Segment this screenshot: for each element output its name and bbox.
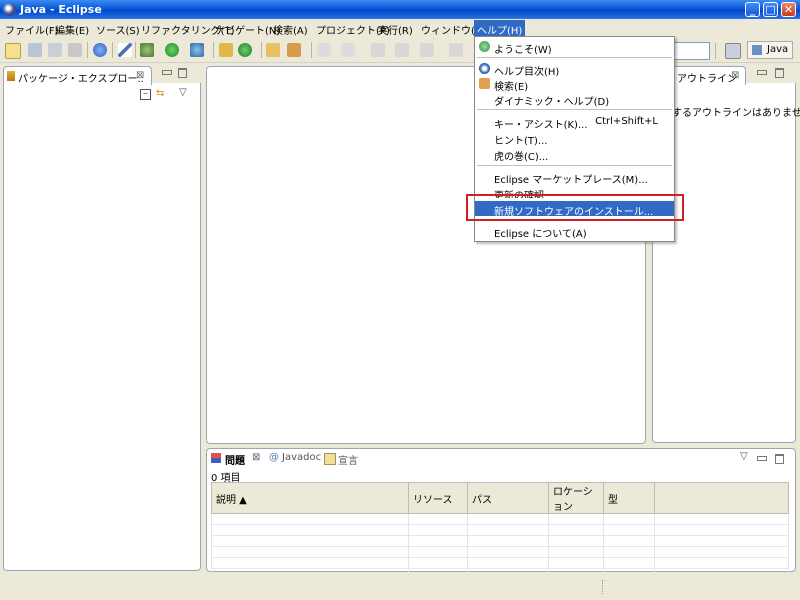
table-row [211,546,789,558]
close-icon[interactable]: ⊠ [731,70,739,81]
open-perspective-icon[interactable] [725,43,741,59]
package-explorer-icon [7,71,15,81]
external-tools-icon[interactable] [190,43,204,57]
javadoc-icon: @ [269,452,279,463]
status-separator [602,580,604,594]
toolbar-separator [87,42,88,58]
toolbar-separator [261,42,262,58]
link-with-editor-icon[interactable]: ⇆ [156,88,164,99]
minimize-button[interactable]: _ [745,2,760,17]
help-contents-icon [479,63,490,74]
menu-item-welcome[interactable]: ようこそ(W) [475,39,674,56]
outline-message: するアウトラインはありません。 [672,108,800,119]
problems-table: 説明 ▲ リソース パス ロケーション 型 [211,482,789,580]
menu-edit[interactable]: 編集(E) [55,22,89,37]
menu-item-tips[interactable]: ヒント(T)... [475,130,674,147]
column-path[interactable]: パス [467,482,549,514]
table-row [211,557,789,569]
tab-declaration[interactable]: 宣言 [338,452,358,467]
navigate-icon[interactable] [420,43,434,57]
key-assist-shortcut: Ctrl+Shift+L [595,116,658,127]
eclipse-icon [3,3,16,16]
menu-search[interactable]: 検索(A) [273,22,308,37]
maximize-button[interactable]: □ [763,2,778,17]
table-row [211,568,789,580]
menu-item-search[interactable]: 検索(E) [475,76,674,93]
package-explorer-panel [3,83,201,571]
menu-file[interactable]: ファイル(F) [5,22,59,37]
run-icon[interactable] [165,43,179,57]
last-edit-icon[interactable] [449,43,463,57]
maximize-view-icon[interactable] [178,68,187,78]
minimize-view-icon[interactable] [757,70,767,75]
toolbar-separator [112,42,113,58]
menu-item-marketplace[interactable]: Eclipse マーケットプレース(M)... [475,169,674,186]
column-filler [654,482,789,514]
search-toolbar-icon[interactable] [287,43,301,57]
toolbar-separator [715,43,716,59]
table-row [211,513,789,525]
menu-run[interactable]: 実行(R) [378,22,413,37]
tab-javadoc[interactable]: Javadoc [282,452,321,463]
menu-item-cheat-sheets[interactable]: 虎の巻(C)... [475,146,674,163]
save-all-icon[interactable] [48,43,62,57]
minimize-view-icon[interactable] [757,456,767,461]
save-icon[interactable] [28,43,42,57]
toolbar-separator [213,42,214,58]
print-icon[interactable] [68,43,82,57]
toolbar-separator [135,42,136,58]
previous-annotation-icon[interactable] [341,43,355,57]
debug-server-icon[interactable] [93,43,107,57]
menu-source[interactable]: ソース(S) [96,22,140,37]
java-perspective-button[interactable]: Java [747,41,793,59]
debug-icon[interactable] [140,43,154,57]
menu-item-about-eclipse[interactable]: Eclipse について(A) [475,223,674,240]
collapse-all-icon[interactable]: – [140,89,151,100]
tab-problems[interactable]: 問題 [225,452,245,467]
view-menu-icon[interactable]: ▽ [740,451,748,462]
declaration-icon [324,453,336,465]
status-bar [0,580,800,600]
search-help-icon [479,78,490,89]
menu-item-key-assist[interactable]: キー・アシスト(K)... Ctrl+Shift+L [475,114,674,131]
maximize-view-icon[interactable] [775,68,784,78]
tab-package-explorer[interactable]: パッケージ・エクスプロー.. ⊠ [3,66,152,85]
table-row [211,524,789,536]
skip-breakpoints-icon[interactable] [118,43,132,57]
menu-item-dynamic-help[interactable]: ダイナミック・ヘルプ(D) [475,91,674,108]
tab-outline[interactable]: アウトライン ⊠ [672,66,746,85]
table-row [211,535,789,547]
highlight-annotation-box [466,194,684,221]
menubar: ファイル(F) 編集(E) ソース(S) リファクタリング(T) ナビゲート(N… [0,19,800,40]
java-perspective-icon [752,45,762,55]
close-icon[interactable]: ⊠ [252,452,260,463]
new-class-icon[interactable] [238,43,252,57]
window-title: Java - Eclipse [20,3,102,16]
column-description[interactable]: 説明 ▲ [211,482,409,514]
new-icon[interactable] [5,43,21,59]
back-icon[interactable] [371,43,385,57]
window-titlebar[interactable]: Java - Eclipse _ □ ✕ [0,0,800,19]
close-icon[interactable]: ⊠ [136,70,144,81]
minimize-view-icon[interactable] [162,70,172,75]
column-location[interactable]: ロケーション [548,482,604,514]
java-perspective-label: Java [767,44,789,55]
quick-access-input[interactable] [672,42,710,60]
open-type-icon[interactable] [266,43,280,57]
welcome-icon [479,41,490,52]
forward-icon[interactable] [395,43,409,57]
toolbar-separator [311,42,312,58]
column-resource[interactable]: リソース [408,482,468,514]
view-menu-icon[interactable]: ▽ [179,87,187,98]
problems-icon [211,453,221,463]
outline-tab-label: アウトライン [677,74,737,85]
column-type[interactable]: 型 [603,482,655,514]
next-annotation-icon[interactable] [317,43,331,57]
menu-navigate[interactable]: ナビゲート(N) [215,22,280,37]
close-button[interactable]: ✕ [781,2,796,17]
package-explorer-tab-label: パッケージ・エクスプロー.. [18,74,144,85]
maximize-view-icon[interactable] [775,454,784,464]
menu-item-help-contents[interactable]: ヘルプ目次(H) [475,61,674,78]
new-java-project-icon[interactable] [219,43,233,57]
